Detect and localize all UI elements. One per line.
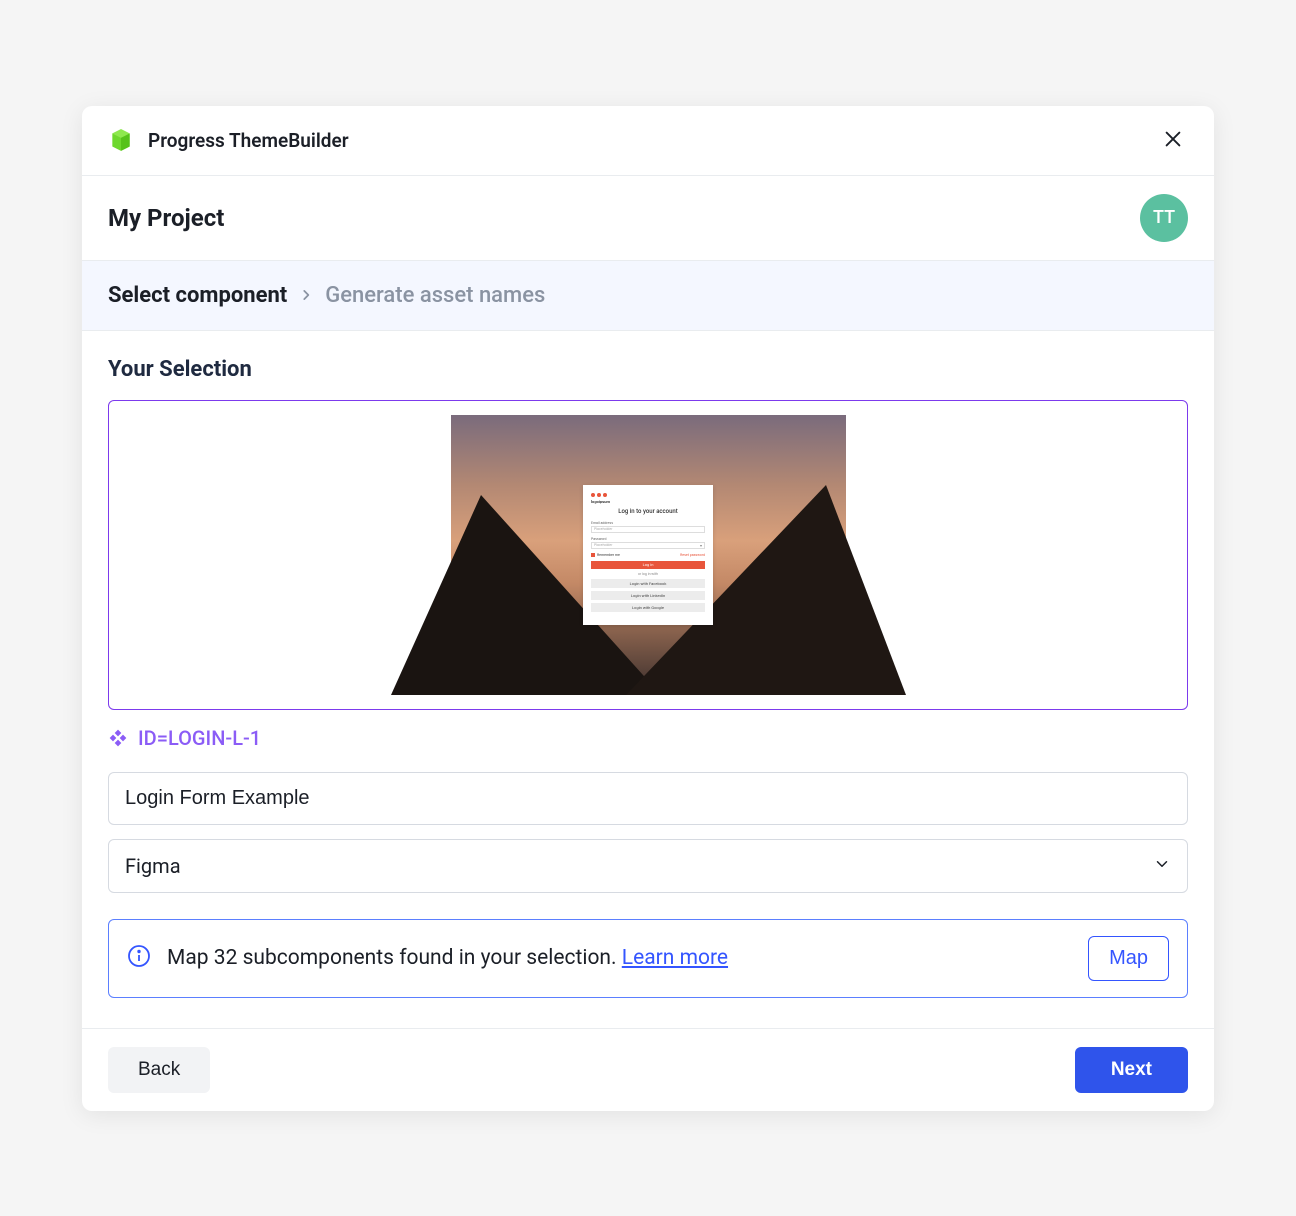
layer-id-row: ID=LOGIN-L-1 — [108, 726, 1188, 750]
source-select-value: Figma — [125, 854, 181, 878]
back-button[interactable]: Back — [108, 1047, 210, 1093]
avatar[interactable]: TT — [1140, 194, 1188, 242]
preview-title: Log in to your account — [591, 508, 705, 515]
preview-google-button: Login with Google — [591, 603, 705, 612]
component-name-input[interactable] — [108, 772, 1188, 825]
caret-down-icon: ▾ — [700, 543, 702, 548]
breadcrumb-step-current: Select component — [108, 283, 287, 308]
preview-password-input: Placeholder ▾ — [591, 542, 705, 549]
info-text: Map 32 subcomponents found in your selec… — [167, 946, 1072, 970]
learn-more-link[interactable]: Learn more — [622, 946, 728, 970]
progress-logo-icon — [108, 127, 134, 153]
content: Your Selection logoipsum Log in to your … — [82, 331, 1214, 1028]
close-icon — [1162, 138, 1184, 153]
preview-linkedin-button: Login with LinkedIn — [591, 591, 705, 600]
preview-email-label: Email address — [591, 521, 705, 525]
preview-options-row: Remember me Reset password — [591, 553, 705, 557]
app-title: Progress ThemeBuilder — [148, 129, 1158, 152]
dialog-footer: Back Next — [82, 1028, 1214, 1111]
checkbox-icon — [591, 553, 595, 557]
login-card-preview: logoipsum Log in to your account Email a… — [583, 485, 713, 625]
preview-reset-link: Reset password — [680, 553, 705, 557]
info-suffix: subcomponents found in your selection. — [237, 946, 621, 970]
preview-or-text: or log in with — [591, 572, 705, 576]
chevron-down-icon — [1153, 854, 1171, 878]
section-title: Your Selection — [108, 357, 1188, 382]
preview-email-input: Placeholder — [591, 526, 705, 533]
preview-facebook-button: Login with Facebook — [591, 579, 705, 588]
preview-login-button: Log in — [591, 561, 705, 569]
info-count: 32 — [214, 946, 238, 970]
preview-password-label: Password — [591, 537, 705, 541]
project-name: My Project — [108, 204, 1140, 232]
source-select[interactable]: Figma — [108, 839, 1188, 893]
preview-logo-icon — [591, 493, 705, 497]
dialog: Progress ThemeBuilder My Project TT Sele… — [82, 106, 1214, 1111]
breadcrumb: Select component Generate asset names — [82, 260, 1214, 331]
layer-id: ID=LOGIN-L-1 — [138, 726, 261, 750]
breadcrumb-step-next: Generate asset names — [325, 283, 545, 308]
preview-brand: logoipsum — [591, 499, 705, 504]
preview-remember-label: Remember me — [597, 553, 620, 557]
info-icon — [127, 944, 151, 972]
info-bar: Map 32 subcomponents found in your selec… — [108, 919, 1188, 998]
next-button[interactable]: Next — [1075, 1047, 1188, 1093]
selection-preview: logoipsum Log in to your account Email a… — [108, 400, 1188, 710]
project-bar: My Project TT — [82, 176, 1214, 260]
chevron-right-icon — [299, 288, 313, 302]
close-button[interactable] — [1158, 124, 1188, 157]
preview-remember: Remember me — [591, 553, 620, 557]
component-icon — [108, 728, 128, 748]
dialog-header: Progress ThemeBuilder — [82, 106, 1214, 176]
info-prefix: Map — [167, 946, 214, 970]
map-button[interactable]: Map — [1088, 936, 1169, 981]
preview-image: logoipsum Log in to your account Email a… — [451, 415, 846, 695]
preview-password-placeholder: Placeholder — [594, 543, 612, 547]
